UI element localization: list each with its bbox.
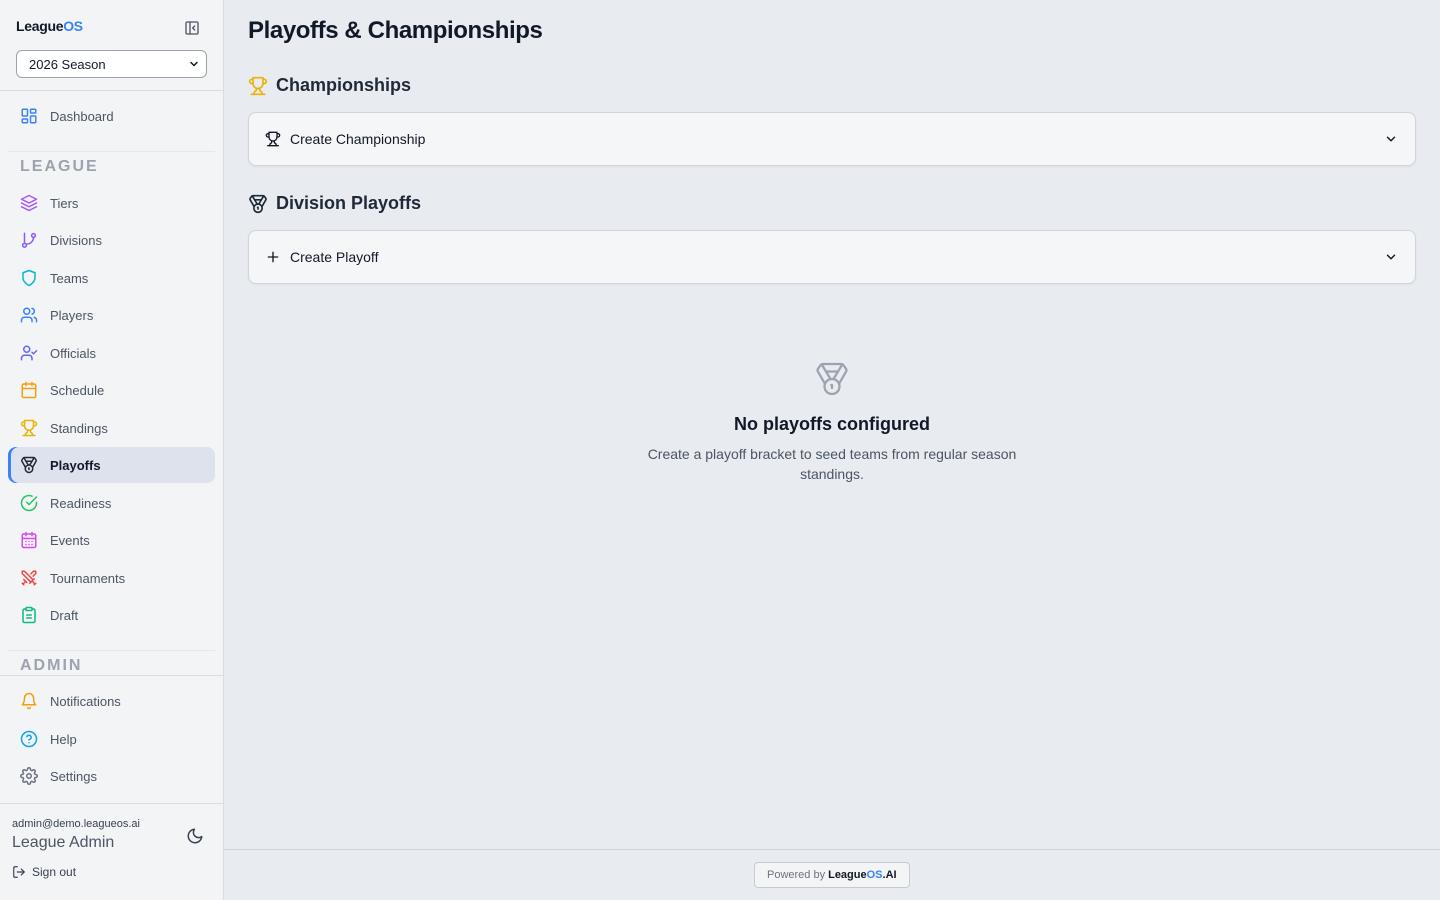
sidebar-item-dashboard[interactable]: Dashboard (8, 98, 215, 134)
brand-logo[interactable]: LeagueOS (16, 18, 83, 34)
shield-icon (22, 269, 36, 287)
create-championship-accordion[interactable]: Create Championship (248, 112, 1416, 166)
powered-by-badge[interactable]: Powered by LeagueOS.AI (754, 862, 910, 888)
medal-icon (21, 456, 37, 474)
swords-icon (21, 570, 37, 586)
sidebar-item-label: Players (50, 307, 94, 323)
trophy-icon (265, 131, 281, 147)
accordion-label: Create Championship (290, 131, 426, 147)
section-title: Division Playoffs (276, 193, 422, 213)
sidebar-item-label: Officials (50, 345, 96, 361)
sidebar-item-divisions[interactable]: Divisions (8, 222, 215, 258)
user-email: admin@demo.leagueos.ai (12, 818, 140, 830)
bell-icon (21, 692, 37, 710)
brand-name-accent: OS (63, 18, 83, 34)
medal-icon (816, 362, 848, 396)
section-label-league: LEAGUE (20, 158, 99, 175)
sidebar-item-label: Schedule (50, 382, 105, 398)
sidebar-divider (8, 151, 215, 152)
sidebar-collapse-icon[interactable] (184, 20, 200, 36)
footer-brand-prefix: League (828, 869, 867, 881)
section-label-admin: ADMIN (20, 657, 83, 674)
clipboard-icon (22, 606, 36, 624)
sidebar-item-label: Tiers (50, 195, 79, 211)
user-name: League Admin (12, 834, 115, 851)
plus-icon (267, 251, 279, 263)
chevron-down-icon (1386, 254, 1396, 260)
sidebar-item-label: Playoffs (50, 457, 101, 473)
sidebar-item-label: Notifications (50, 693, 121, 709)
gear-icon (20, 767, 38, 785)
git-branch-icon (21, 232, 37, 248)
accordion-label: Create Playoff (290, 249, 379, 265)
season-select-value: 2026 Season (29, 56, 106, 72)
division-playoffs-heading: Division Playoffs (248, 193, 421, 214)
sidebar-item-draft[interactable]: Draft (8, 597, 215, 633)
sidebar-item-label: Tournaments (50, 570, 126, 586)
dashboard-icon (21, 108, 37, 124)
page-title: Playoffs & Championships (248, 17, 543, 44)
sidebar-divider (0, 803, 223, 804)
users-icon (20, 307, 38, 323)
sidebar-item-label: Readiness (50, 495, 112, 511)
sidebar-item-schedule[interactable]: Schedule (8, 372, 215, 408)
sidebar-item-label: Events (50, 532, 90, 548)
sidebar-item-settings[interactable]: Settings (8, 758, 215, 794)
chevron-down-icon (190, 61, 198, 67)
sign-out-label: Sign out (32, 865, 77, 879)
sidebar-item-standings[interactable]: Standings (8, 410, 215, 446)
medal-icon (249, 194, 267, 213)
brand-row: LeagueOS (16, 18, 206, 38)
sidebar: LeagueOS 2026 Season Dashboard LEAGUE Ti… (0, 0, 224, 900)
calendar-icon (21, 381, 37, 399)
calendar-days-icon (21, 531, 37, 549)
empty-state-title: No playoffs configured (733, 414, 930, 434)
footer-brand-accent: OS (866, 869, 883, 881)
sidebar-item-label: Divisions (50, 232, 103, 248)
chevron-down-icon (1386, 136, 1396, 142)
sidebar-item-readiness[interactable]: Readiness (8, 485, 215, 521)
sidebar-item-officials[interactable]: Officials (8, 335, 215, 371)
sidebar-divider (0, 90, 223, 91)
sidebar-item-tournaments[interactable]: Tournaments (8, 560, 215, 596)
sign-out-button[interactable]: Sign out (12, 865, 76, 879)
sidebar-item-label: Draft (50, 607, 79, 623)
sidebar-item-help[interactable]: Help (8, 721, 215, 757)
trophy-icon (20, 419, 38, 437)
sidebar-item-notifications[interactable]: Notifications (8, 683, 215, 719)
season-select[interactable]: 2026 Season (16, 50, 207, 78)
check-circle-icon (20, 494, 38, 512)
sidebar-item-playoffs[interactable]: Playoffs (8, 447, 215, 483)
brand-name-prefix: League (16, 18, 64, 34)
sidebar-item-label: Settings (50, 768, 97, 784)
user-check-icon (20, 345, 38, 361)
log-out-icon (13, 866, 25, 878)
footer-divider (224, 849, 1440, 850)
trophy-icon (248, 76, 268, 95)
help-circle-icon (20, 730, 38, 748)
sidebar-item-label: Standings (50, 420, 108, 436)
empty-state-description: Create a playoff bracket to seed teams f… (647, 446, 1017, 482)
sidebar-item-teams[interactable]: Teams (8, 260, 215, 296)
powered-by-text: Powered by (767, 869, 826, 881)
sidebar-item-label: Help (50, 731, 77, 747)
sidebar-divider (0, 675, 223, 676)
sidebar-item-tiers[interactable]: Tiers (8, 185, 215, 221)
sidebar-item-label: Dashboard (50, 108, 114, 124)
moon-icon[interactable] (186, 827, 204, 845)
section-title: Championships (276, 75, 412, 95)
sidebar-item-players[interactable]: Players (8, 297, 215, 333)
sidebar-item-events[interactable]: Events (8, 522, 215, 558)
create-playoff-accordion[interactable]: Create Playoff (248, 230, 1416, 284)
footer-brand-suffix: .AI (882, 869, 897, 881)
sidebar-item-label: Teams (50, 270, 89, 286)
layers-icon (20, 194, 38, 212)
championships-heading: Championships (248, 75, 411, 96)
main-content: Playoffs & Championships Championships C… (224, 0, 1440, 900)
sidebar-divider (8, 650, 215, 651)
